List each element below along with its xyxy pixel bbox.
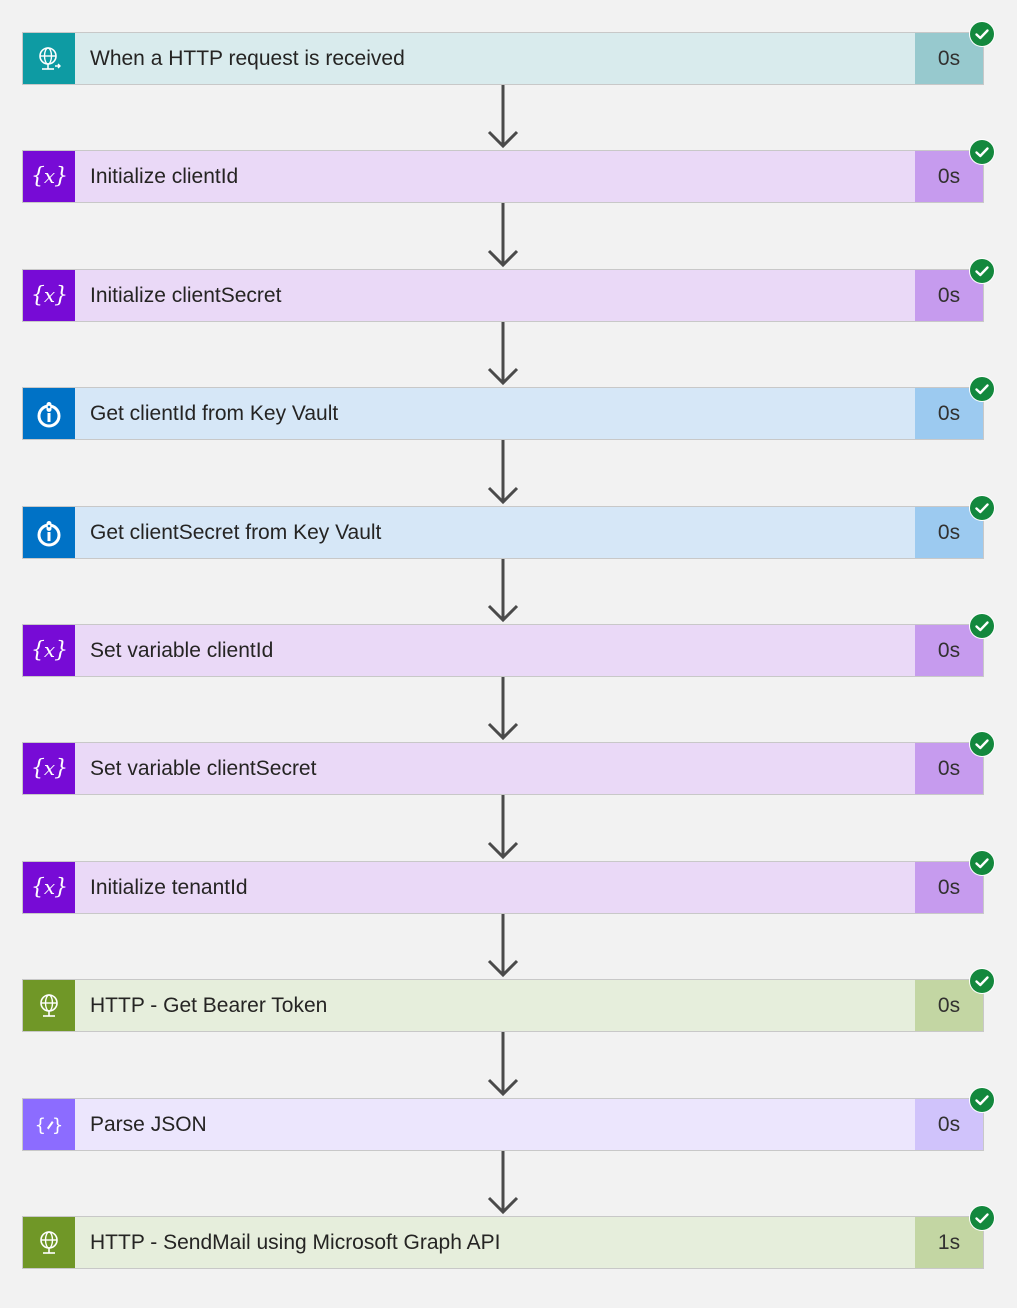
arrow-down-icon	[487, 1151, 519, 1215]
success-check-icon	[969, 139, 995, 165]
variable-icon: {x}	[23, 625, 75, 676]
flow-step[interactable]: {x} Set variable clientId 0s	[22, 613, 995, 677]
http-request-icon	[23, 33, 75, 84]
flow-step[interactable]: {x} Initialize clientId 0s	[22, 139, 995, 203]
variable-icon: {x}	[23, 743, 75, 794]
http-globe-icon	[23, 980, 75, 1031]
flow-step-label: Initialize clientSecret	[90, 283, 282, 307]
flow-step-label: Get clientSecret from Key Vault	[90, 520, 382, 544]
arrow-down-icon	[487, 85, 519, 149]
flow-step[interactable]: When a HTTP request is received 0s	[22, 21, 995, 85]
arrow-down-icon	[487, 1032, 519, 1097]
success-check-icon	[969, 613, 995, 639]
arrow-down-icon	[487, 203, 519, 268]
success-check-icon	[969, 376, 995, 402]
flow-step-label: Parse JSON	[90, 1112, 207, 1136]
flow-canvas: When a HTTP request is received 0s {x} Init…	[0, 0, 1017, 1308]
flow-step-label: HTTP - SendMail using Microsoft Graph AP…	[90, 1230, 501, 1254]
success-check-icon	[969, 731, 995, 757]
flow-step-label: Set variable clientId	[90, 638, 274, 662]
success-check-icon	[969, 21, 995, 47]
flow-step[interactable]: {x} Initialize tenantId 0s	[22, 850, 995, 914]
key-vault-icon	[23, 388, 75, 439]
flow-step[interactable]: Get clientSecret from Key Vault 0s	[22, 495, 995, 559]
variable-icon: {x}	[23, 862, 75, 913]
arrow-down-icon	[487, 677, 519, 741]
flow-step-label: Set variable clientSecret	[90, 756, 317, 780]
variable-icon: {x}	[23, 151, 75, 202]
flow-step[interactable]: {x} Initialize clientSecret 0s	[22, 258, 995, 322]
parse-json-icon: { }	[23, 1099, 75, 1150]
key-vault-icon	[23, 507, 75, 558]
variable-icon: {x}	[23, 270, 75, 321]
flow-step-label: When a HTTP request is received	[90, 46, 405, 70]
arrow-down-icon	[487, 559, 519, 623]
flow-step[interactable]: HTTP - Get Bearer Token 0s	[22, 968, 995, 1032]
flow-step[interactable]: HTTP - SendMail using Microsoft Graph AP…	[22, 1205, 995, 1269]
flow-step[interactable]: { } Parse JSON 0s	[22, 1087, 995, 1151]
success-check-icon	[969, 495, 995, 521]
flow-step-label: Initialize clientId	[90, 164, 239, 188]
success-check-icon	[969, 850, 995, 876]
arrow-down-icon	[487, 914, 519, 978]
success-check-icon	[969, 258, 995, 284]
flow-step-label: Get clientId from Key Vault	[90, 401, 339, 425]
arrow-down-icon	[487, 795, 519, 860]
http-globe-icon	[23, 1217, 75, 1268]
success-check-icon	[969, 1205, 995, 1231]
flow-step[interactable]: Get clientId from Key Vault 0s	[22, 376, 995, 440]
flow-step[interactable]: {x} Set variable clientSecret 0s	[22, 731, 995, 795]
arrow-down-icon	[487, 322, 519, 386]
arrow-down-icon	[487, 440, 519, 505]
success-check-icon	[969, 968, 995, 994]
flow-step-label: Initialize tenantId	[90, 875, 248, 899]
flow-step-label: HTTP - Get Bearer Token	[90, 993, 328, 1017]
success-check-icon	[969, 1087, 995, 1113]
